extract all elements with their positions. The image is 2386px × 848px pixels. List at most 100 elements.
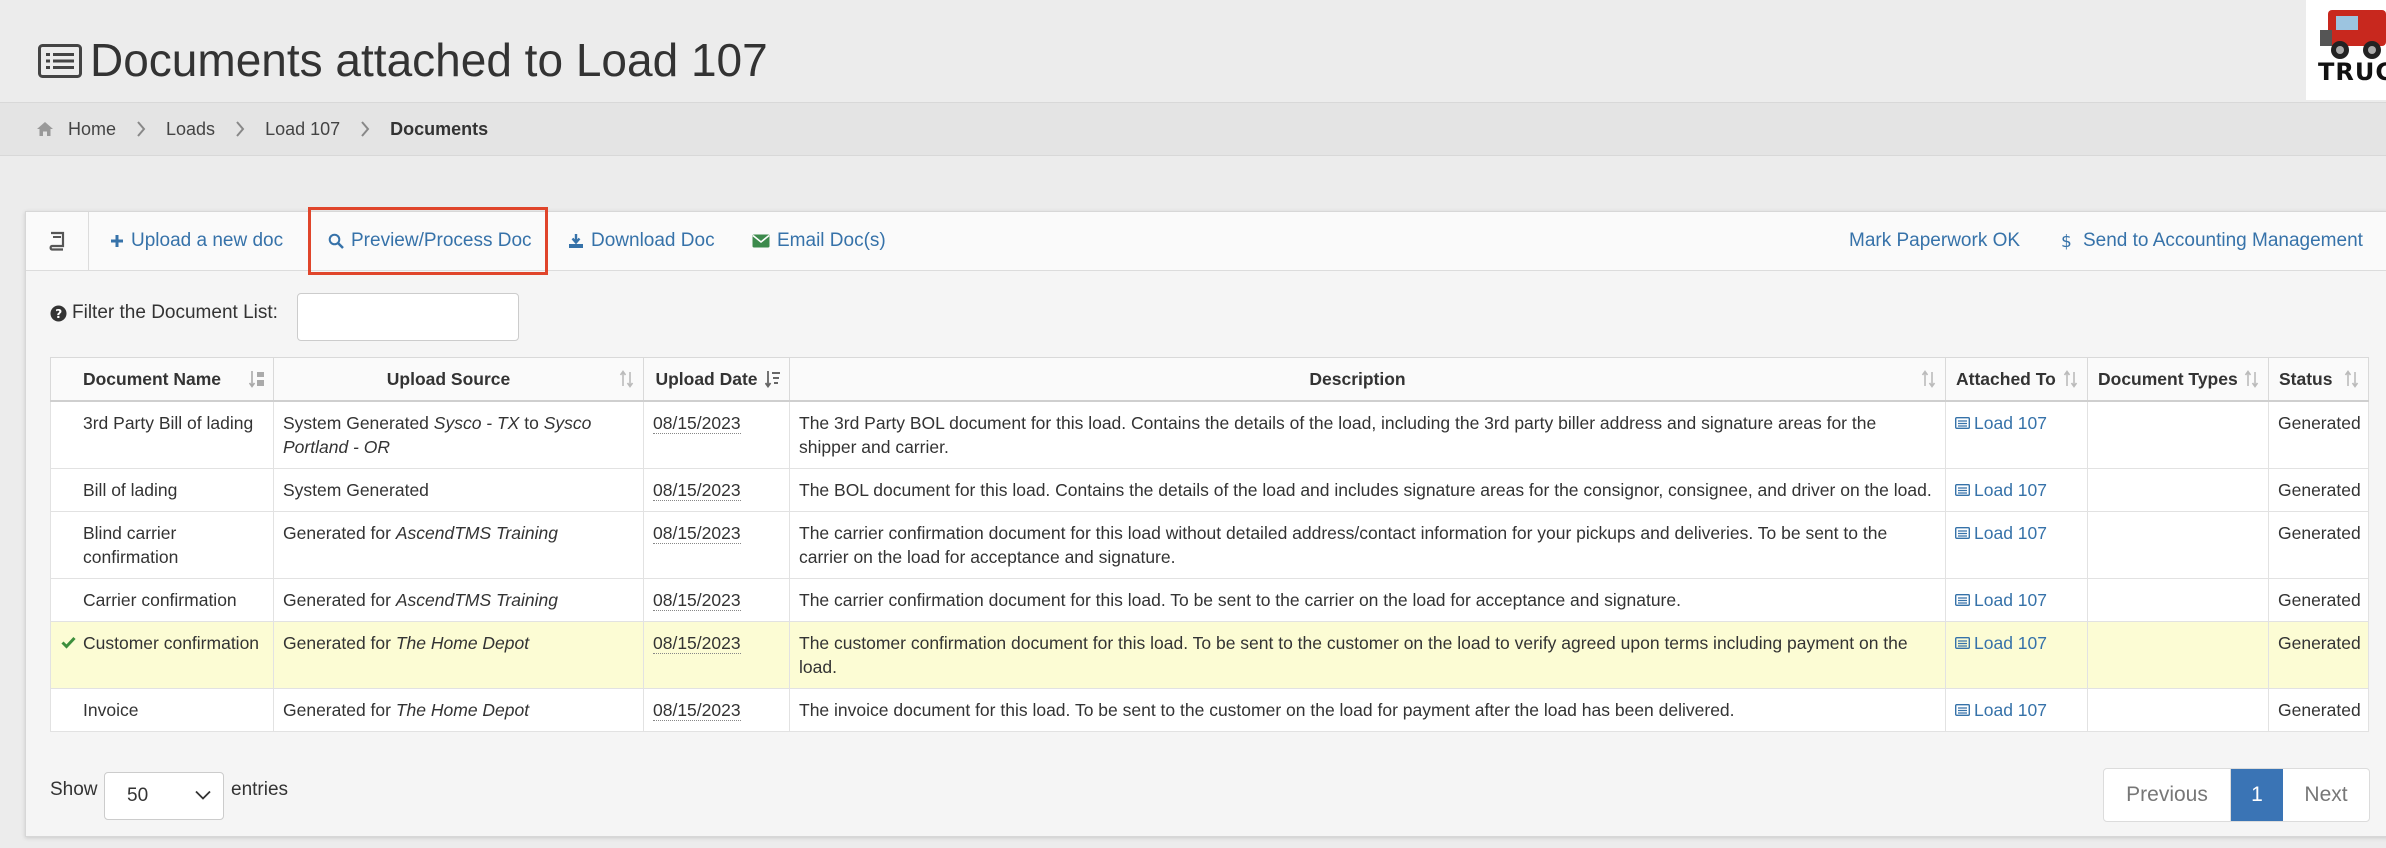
sort-icon xyxy=(2063,370,2078,388)
chevron-right-icon xyxy=(225,119,255,139)
document-types-cell xyxy=(2087,688,2269,732)
documents-table: Document Name Upload Source Upload Date … xyxy=(50,357,2369,732)
attached-to-cell: Load 107 xyxy=(1945,578,2088,622)
description-cell: The invoice document for this load. To b… xyxy=(789,688,1946,732)
truck-logo[interactable]: TRUCK xyxy=(2306,0,2386,100)
table-row[interactable]: Bill of lading System Generated 08/15/20… xyxy=(50,468,2369,512)
attached-load-link[interactable]: Load 107 xyxy=(1955,521,2047,545)
column-header-attached-to[interactable]: Attached To xyxy=(1945,357,2088,402)
svg-text:?: ? xyxy=(55,307,62,321)
description-cell: The customer confirmation document for t… xyxy=(789,621,1946,689)
page-title: Documents attached to Load 107 xyxy=(90,34,768,86)
upload-date-cell: 08/15/2023 xyxy=(643,621,790,689)
list-icon xyxy=(1955,527,1970,539)
list-icon xyxy=(38,44,82,78)
attached-load-link[interactable]: Load 107 xyxy=(1955,698,2047,722)
table-row[interactable]: 3rd Party Bill of lading System Generate… xyxy=(50,400,2369,469)
column-header-status[interactable]: Status xyxy=(2268,357,2369,402)
next-page-button[interactable]: Next xyxy=(2283,769,2369,821)
preview-highlight-box xyxy=(308,207,548,275)
svg-text:$: $ xyxy=(2061,232,2072,250)
sort-alpha-icon xyxy=(249,371,264,388)
filter-label: ? Filter the Document List: xyxy=(50,302,278,324)
chevron-right-icon xyxy=(126,119,156,139)
question-circle-icon[interactable]: ? xyxy=(50,305,67,322)
upload-date-cell: 08/15/2023 xyxy=(643,468,790,512)
upload-doc-button[interactable]: Upload a new doc xyxy=(110,212,283,270)
attached-to-cell: Load 107 xyxy=(1945,400,2088,469)
table-row[interactable]: Carrier confirmation Generated for Ascen… xyxy=(50,578,2369,622)
page-size-select[interactable]: 50 xyxy=(104,772,224,820)
upload-source-cell: Generated for AscendTMS Training xyxy=(273,578,644,622)
document-name-cell: Invoice xyxy=(50,688,274,732)
sort-icon xyxy=(2244,370,2259,388)
download-icon xyxy=(569,234,583,248)
upload-source-cell: Generated for AscendTMS Training xyxy=(273,511,644,579)
filter-input[interactable] xyxy=(297,293,519,341)
column-header-upload-source[interactable]: Upload Source xyxy=(273,357,644,402)
description-cell: The carrier confirmation document for th… xyxy=(789,578,1946,622)
book-icon xyxy=(26,212,89,270)
breadcrumb-current: Documents xyxy=(390,118,489,139)
upload-date-cell: 08/15/2023 xyxy=(643,400,790,469)
chevron-right-icon xyxy=(350,119,380,139)
send-to-accounting-button[interactable]: $ Send to Accounting Management xyxy=(2061,212,2363,270)
attached-load-link[interactable]: Load 107 xyxy=(1955,631,2047,655)
sort-icon xyxy=(1921,370,1936,388)
column-header-upload-date[interactable]: Upload Date xyxy=(643,357,790,402)
upload-doc-label: Upload a new doc xyxy=(131,230,284,251)
mark-paperwork-ok-button[interactable]: Mark Paperwork OK xyxy=(1849,212,2020,270)
upload-date-cell: 08/15/2023 xyxy=(643,578,790,622)
list-icon xyxy=(1955,417,1970,429)
upload-source-cell: System Generated Sysco - TX to Sysco Por… xyxy=(273,400,644,469)
list-icon xyxy=(1955,637,1970,649)
upload-date-cell: 08/15/2023 xyxy=(643,511,790,579)
attached-to-cell: Load 107 xyxy=(1945,468,2088,512)
pagination: Previous 1 Next xyxy=(2103,768,2370,822)
attached-to-cell: Load 107 xyxy=(1945,688,2088,732)
attached-load-link[interactable]: Load 107 xyxy=(1955,411,2047,435)
column-header-document-name[interactable]: Document Name xyxy=(50,357,274,402)
previous-page-button[interactable]: Previous xyxy=(2104,769,2231,821)
status-cell: Generated xyxy=(2268,511,2369,579)
column-header-document-types[interactable]: Document Types xyxy=(2087,357,2269,402)
envelope-icon xyxy=(752,234,770,248)
breadcrumb: Home Loads Load 107 Documents xyxy=(36,103,488,155)
attached-load-link[interactable]: Load 107 xyxy=(1955,478,2047,502)
breadcrumb-load[interactable]: Load 107 xyxy=(265,119,340,140)
status-cell: Generated xyxy=(2268,400,2369,469)
attached-load-link[interactable]: Load 107 xyxy=(1955,588,2047,612)
check-icon xyxy=(61,636,76,649)
document-name-cell: Carrier confirmation xyxy=(50,578,274,622)
page-1-button[interactable]: 1 xyxy=(2231,769,2283,821)
column-header-description[interactable]: Description xyxy=(789,357,1946,402)
list-icon xyxy=(1955,704,1970,716)
upload-source-cell: System Generated xyxy=(273,468,644,512)
document-name-cell: 3rd Party Bill of lading xyxy=(50,400,274,469)
document-name-cell: Customer confirmation xyxy=(50,621,274,689)
logo-text: TRUCK xyxy=(2318,58,2386,86)
breadcrumb-home[interactable]: Home xyxy=(68,119,116,140)
dollar-icon: $ xyxy=(2061,232,2072,250)
truck-icon xyxy=(2320,10,2386,59)
document-types-cell xyxy=(2087,621,2269,689)
description-cell: The BOL document for this load. Contains… xyxy=(789,468,1946,512)
toolbar: Upload a new doc Preview/Process Doc Dow… xyxy=(26,207,2386,275)
documents-panel: Upload a new doc Preview/Process Doc Dow… xyxy=(25,207,2386,837)
email-docs-label: Email Doc(s) xyxy=(777,230,886,251)
table-row[interactable]: Blind carrier confirmation Generated for… xyxy=(50,511,2369,579)
download-doc-button[interactable]: Download Doc xyxy=(568,212,715,270)
plus-icon xyxy=(111,235,123,247)
email-docs-button[interactable]: Email Doc(s) xyxy=(752,212,886,270)
document-types-cell xyxy=(2087,468,2269,512)
sort-icon xyxy=(619,370,634,388)
upload-source-cell: Generated for The Home Depot xyxy=(273,688,644,732)
breadcrumb-bar: Home Loads Load 107 Documents xyxy=(0,102,2386,156)
entries-label: entries xyxy=(231,779,289,800)
attached-to-cell: Load 107 xyxy=(1945,511,2088,579)
table-row[interactable]: Invoice Generated for The Home Depot 08/… xyxy=(50,688,2369,732)
chevron-down-icon xyxy=(195,790,211,800)
status-cell: Generated xyxy=(2268,468,2369,512)
table-row-selected[interactable]: Customer confirmation Generated for The … xyxy=(50,621,2369,689)
breadcrumb-loads[interactable]: Loads xyxy=(166,119,215,140)
